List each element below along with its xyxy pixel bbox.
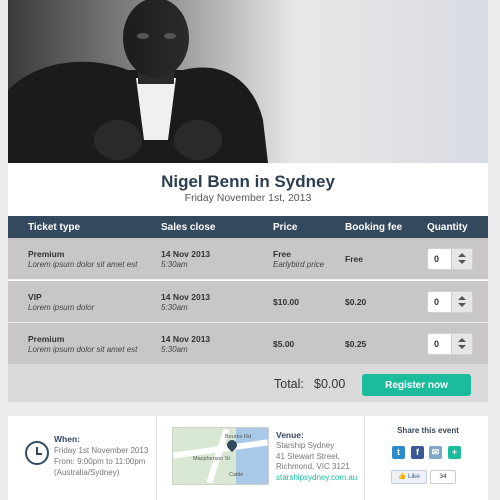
ticket-description: Lorem ipsum dolor bbox=[28, 303, 95, 312]
event-title: Nigel Benn in Sydney bbox=[161, 172, 335, 191]
quantity-value[interactable]: 0 bbox=[434, 254, 439, 264]
venue-map[interactable]: Bourke Rd Macpherson St Cable bbox=[172, 427, 269, 485]
sales-close-time: 5:30am bbox=[161, 303, 188, 312]
header-sales-close: Sales close bbox=[161, 222, 216, 233]
quantity-stepper[interactable]: 0 bbox=[427, 248, 473, 270]
stepper-buttons[interactable] bbox=[451, 292, 472, 312]
sales-close-date: 14 Nov 2013 bbox=[161, 292, 211, 302]
ticket-name: Premium bbox=[28, 249, 65, 259]
hero-photo bbox=[8, 0, 488, 163]
like-count: 34 bbox=[430, 470, 456, 484]
booking-fee: Free bbox=[345, 254, 363, 264]
twitter-icon[interactable]: t bbox=[392, 446, 405, 459]
when-date: Friday 1st November 2013 bbox=[54, 446, 149, 455]
quantity-stepper[interactable]: 0 bbox=[427, 333, 473, 355]
header-price: Price bbox=[273, 222, 298, 233]
when-timezone: (Australia/Sydney) bbox=[54, 468, 120, 477]
venue-label: Venue: bbox=[276, 430, 304, 440]
ticket-description: Lorem ipsum dolor sit amet est bbox=[28, 260, 138, 269]
sales-close-date: 14 Nov 2013 bbox=[161, 334, 211, 344]
register-button[interactable]: Register now bbox=[362, 374, 471, 396]
clock-icon bbox=[25, 441, 49, 465]
boxer-illustration bbox=[8, 0, 268, 163]
venue-street: 41 Stewart Street, bbox=[276, 452, 341, 461]
when-label: When: bbox=[54, 434, 80, 444]
decrement-icon[interactable] bbox=[458, 260, 466, 264]
header-booking-fee: Booking fee bbox=[345, 222, 403, 233]
total-bar: Total: $0.00 Register now bbox=[8, 364, 488, 402]
divider bbox=[364, 416, 365, 500]
header-quantity: Quantity bbox=[427, 222, 468, 233]
ticket-name: VIP bbox=[28, 292, 42, 302]
booking-fee: $0.25 bbox=[345, 339, 367, 349]
like-button[interactable]: 👍 Like bbox=[391, 470, 427, 484]
like-label: Like bbox=[407, 473, 420, 480]
plus-icon[interactable]: + bbox=[448, 446, 461, 459]
map-label: Bourke Rd bbox=[225, 434, 251, 440]
stepper-buttons[interactable] bbox=[451, 334, 472, 354]
table-row: Premium Lorem ipsum dolor sit amet est 1… bbox=[8, 238, 488, 280]
when-time: From: 9:00pm to 11:00pm bbox=[54, 457, 146, 466]
sales-close-time: 5:30am bbox=[161, 260, 188, 269]
venue-name: Starship Sydney bbox=[276, 441, 335, 450]
venue-city: Richmond, VIC 3121 bbox=[276, 462, 350, 471]
ticket-price: $5.00 bbox=[273, 339, 295, 349]
total-label: Total: bbox=[274, 377, 304, 391]
table-row: Premium Lorem ipsum dolor sit amet est 1… bbox=[8, 323, 488, 365]
map-label: Cable bbox=[229, 472, 244, 478]
quantity-value[interactable]: 0 bbox=[434, 339, 439, 349]
ticket-price: $10.00 bbox=[273, 297, 299, 307]
header-ticket-type: Ticket type bbox=[28, 222, 81, 233]
ticket-description: Lorem ipsum dolor sit amet est bbox=[28, 345, 138, 354]
increment-icon[interactable] bbox=[458, 296, 466, 300]
decrement-icon[interactable] bbox=[458, 303, 466, 307]
ticket-table-header: Ticket type Sales close Price Booking fe… bbox=[8, 216, 488, 238]
quantity-value[interactable]: 0 bbox=[434, 297, 439, 307]
stepper-buttons[interactable] bbox=[451, 249, 472, 269]
sales-close-date: 14 Nov 2013 bbox=[161, 249, 211, 259]
divider bbox=[156, 416, 157, 500]
share-title: Share this event bbox=[397, 426, 459, 435]
event-date: Friday November 1st, 2013 bbox=[184, 192, 312, 204]
increment-icon[interactable] bbox=[458, 338, 466, 342]
facebook-icon[interactable]: f bbox=[411, 446, 424, 459]
venue-website-link[interactable]: starshipsydney.com.au bbox=[276, 473, 357, 482]
email-icon[interactable]: ✉ bbox=[429, 446, 442, 459]
quantity-stepper[interactable]: 0 bbox=[427, 291, 473, 313]
total-value: $0.00 bbox=[314, 377, 346, 391]
price-note: Earlybird price bbox=[273, 260, 325, 269]
increment-icon[interactable] bbox=[458, 253, 466, 257]
event-info-panel: When: Friday 1st November 2013 From: 9:0… bbox=[8, 416, 488, 500]
table-row: VIP Lorem ipsum dolor 14 Nov 2013 5:30am… bbox=[8, 281, 488, 323]
map-label: Macpherson St bbox=[193, 456, 230, 462]
decrement-icon[interactable] bbox=[458, 345, 466, 349]
sales-close-time: 5:30am bbox=[161, 345, 188, 354]
ticket-price: Free bbox=[273, 249, 291, 259]
booking-fee: $0.20 bbox=[345, 297, 367, 307]
ticket-name: Premium bbox=[28, 334, 65, 344]
